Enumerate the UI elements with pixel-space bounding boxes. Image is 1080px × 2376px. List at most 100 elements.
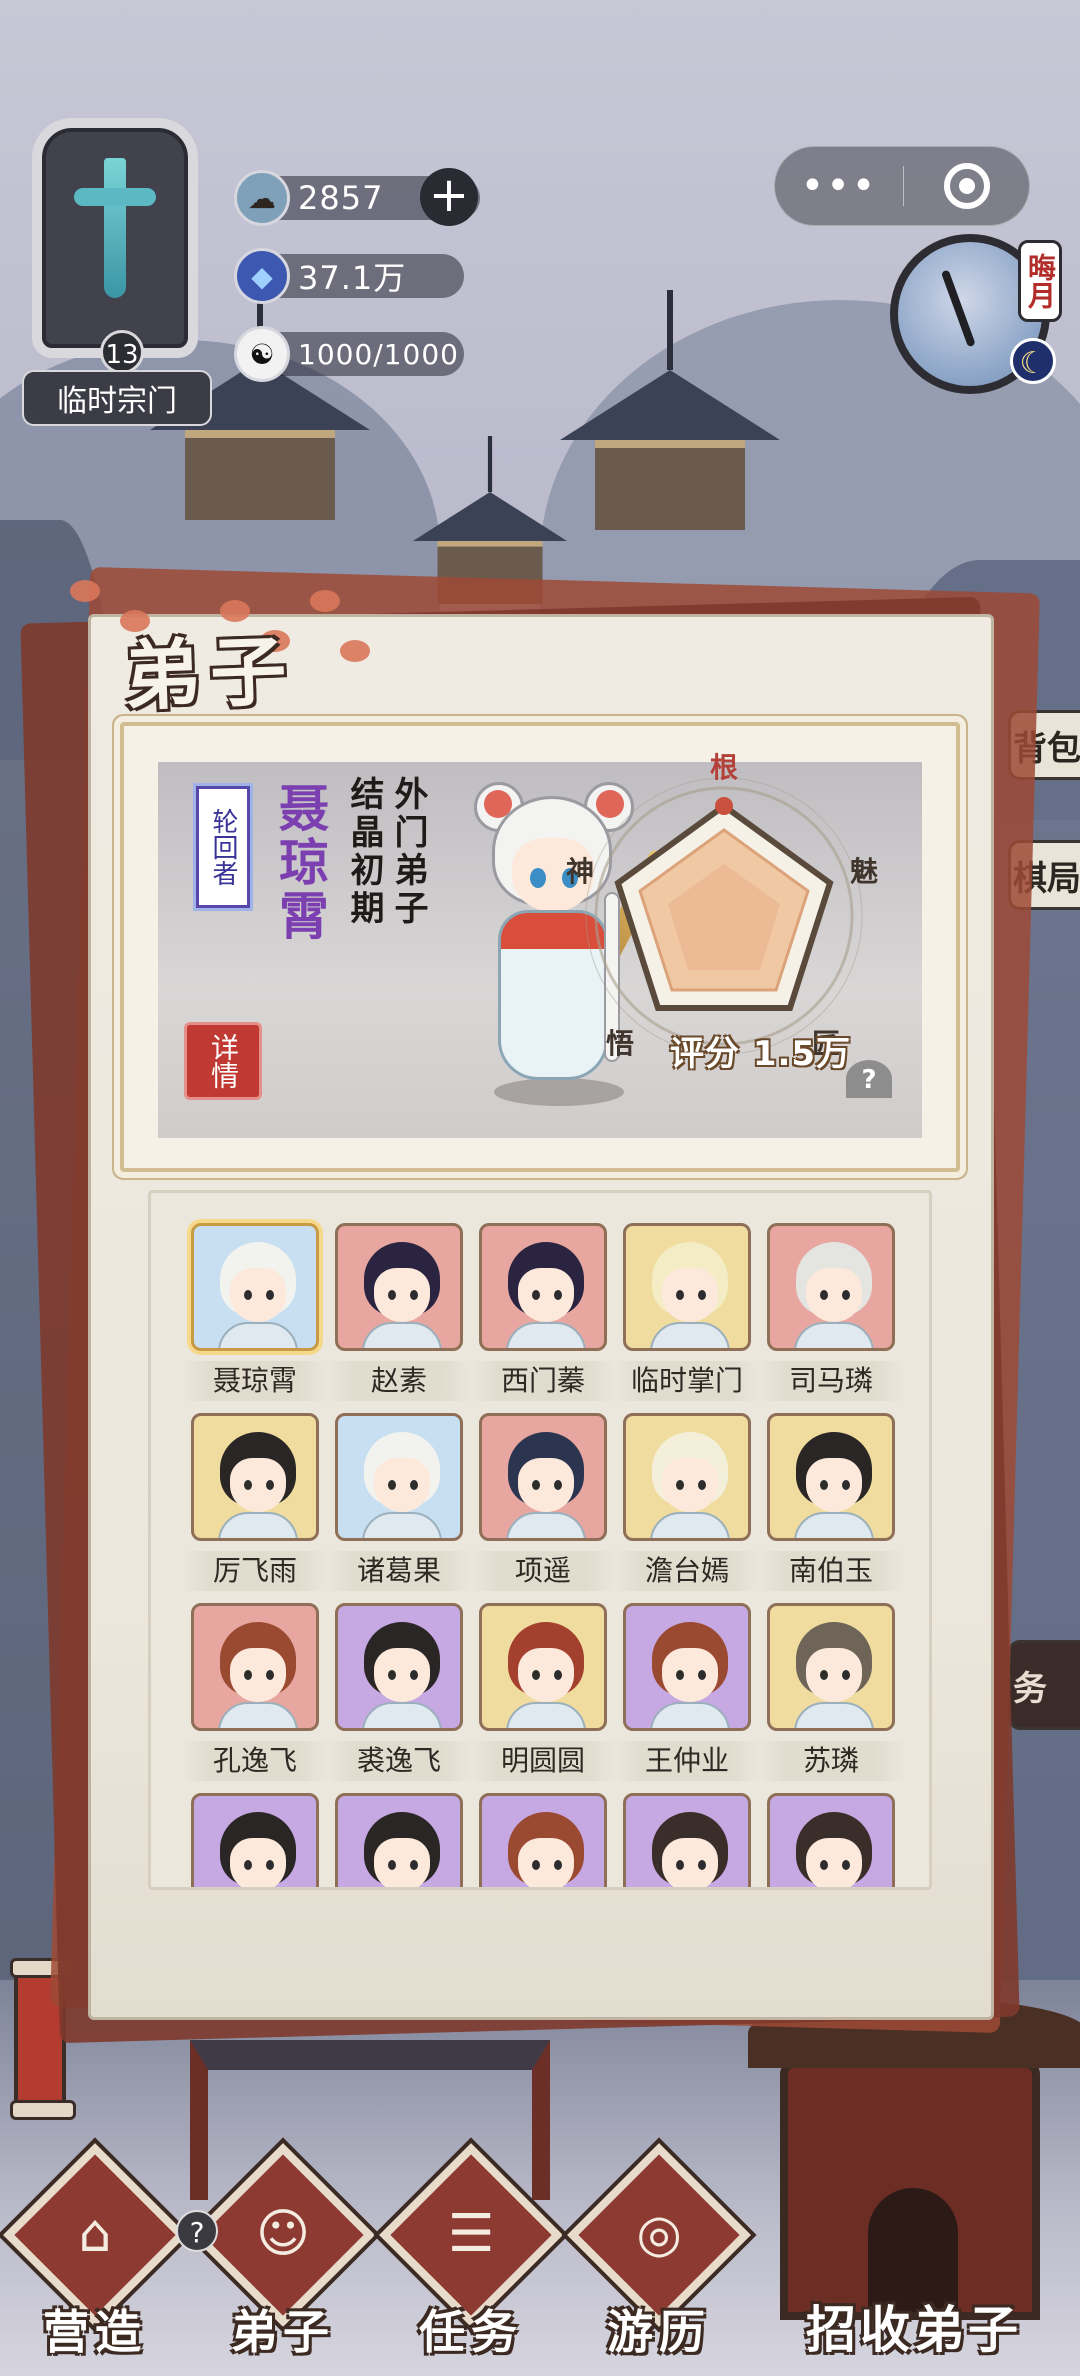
disciple-card[interactable]: 澹台嫣 (613, 1413, 761, 1591)
sword-icon (74, 158, 156, 298)
star-icon (715, 797, 733, 815)
disciple-avatar (335, 1413, 463, 1541)
disciple-card-name: 聂琼霄 (181, 1361, 329, 1401)
disciple-card-name: 项遥 (469, 1551, 617, 1591)
disciple-avatar (767, 1603, 895, 1731)
disciple-card[interactable]: 聂琼霄 (181, 1223, 329, 1401)
disciple-card[interactable]: 司马璘 (757, 1223, 905, 1401)
disciple-card-name: 诸葛果 (325, 1551, 473, 1591)
disciple-avatar (623, 1603, 751, 1731)
building-icon: ⌂ (78, 2204, 112, 2264)
disciple-card[interactable]: 王仲业 (613, 1603, 761, 1781)
add-coins-button[interactable]: + (420, 168, 478, 226)
yin-yang-icon: ☯ (234, 326, 290, 382)
rank-badge: 轮回者 (196, 786, 250, 908)
close-miniprogram-button[interactable] (944, 163, 990, 209)
disciple-card[interactable]: 南伯玉 (757, 1413, 905, 1591)
disciple-avatar (623, 1793, 751, 1887)
resource-crystal: ◆ 37.1万 (234, 248, 464, 304)
radar-label-charm: 魅 (850, 855, 879, 888)
score-display: 评分 1.5万 (670, 1026, 851, 1075)
recruit-disciples-button[interactable]: 招收弟子 (806, 2290, 1022, 2362)
disciple-card[interactable]: 赵素 (325, 1223, 473, 1401)
disciple-avatar (335, 1223, 463, 1351)
disciple-card[interactable]: 裘逸飞 (325, 1603, 473, 1781)
disciple-avatar (623, 1223, 751, 1351)
disciple-avatar (335, 1793, 463, 1887)
disciple-card[interactable] (623, 1793, 751, 1887)
disciple-avatar (623, 1413, 751, 1541)
disciple-name: 聂琼霄 (271, 782, 330, 944)
disciple-avatar (191, 1413, 319, 1541)
nav-travel-label: 游历 (607, 2305, 711, 2359)
sect-emblem[interactable]: 13 临时宗门 (14, 118, 214, 426)
disciple-card-name: 南伯玉 (757, 1551, 905, 1591)
crystal-icon: ◆ (234, 248, 290, 304)
disciple-avatar (191, 1223, 319, 1351)
resource-crystal-value: 37.1万 (298, 259, 407, 297)
radar-label-wisdom: 悟 (606, 1027, 635, 1060)
sect-name: 临时宗门 (22, 370, 212, 426)
disciple-avatar (479, 1603, 607, 1731)
travel-spiral-icon: ◎ (636, 2204, 682, 2264)
disciple-card-name: 临时掌门 (613, 1361, 761, 1401)
capsule-divider (903, 166, 904, 206)
disciple-card-name: 澹台嫣 (613, 1551, 761, 1591)
disciple-card-name: 司马璘 (757, 1361, 905, 1401)
panel-title: 弟子 (122, 626, 298, 721)
disciple-card-name: 孔逸飞 (181, 1741, 329, 1781)
disciple-avatar (191, 1603, 319, 1731)
moon-icon: ☾ (1010, 338, 1056, 384)
disciple-card-name: 苏璘 (757, 1741, 905, 1781)
disciple-card[interactable] (767, 1793, 895, 1887)
disciple-card[interactable]: 孔逸飞 (181, 1603, 329, 1781)
disciple-avatar (479, 1223, 607, 1351)
disciple-card[interactable] (335, 1793, 463, 1887)
disciple-card-name: 明圆圆 (469, 1741, 617, 1781)
nav-build[interactable]: ⌂ 营造 (0, 2143, 190, 2370)
disciple-card[interactable]: 厉飞雨 (181, 1413, 329, 1591)
disciple-card[interactable]: 西门蓁 (469, 1223, 617, 1401)
disciple-avatar (335, 1603, 463, 1731)
disciple-card[interactable] (191, 1793, 319, 1887)
disciple-grid: 聂琼霄 赵素 西门蓁 临时掌门 司马璘厉飞雨 诸葛果 项遥 澹台嫣 南伯玉孔逸飞 裘逸飞 明圆圆 王仲… (181, 1223, 911, 1887)
disciple-card-name: 厉飞雨 (181, 1551, 329, 1591)
radar-label-root: 根 (710, 751, 739, 784)
disciple-card[interactable]: 项遥 (469, 1413, 617, 1591)
more-options-button[interactable]: ••• (775, 163, 903, 209)
score-value: 1.5万 (752, 1034, 852, 1074)
disciple-role: 外门弟子 (388, 776, 428, 928)
clock-hand-icon (940, 269, 976, 348)
nav-tasks[interactable]: ☰ 任务 (376, 2143, 566, 2370)
moon-phase-tag: 晦月 (1018, 240, 1062, 322)
score-label: 评分 (670, 1034, 740, 1074)
disciple-card[interactable]: 诸葛果 (325, 1413, 473, 1591)
disciple-card-name: 王仲业 (613, 1741, 761, 1781)
disciple-avatar (479, 1793, 607, 1887)
disciple-card[interactable] (479, 1793, 607, 1887)
disciple-avatar (767, 1793, 895, 1887)
nav-travel[interactable]: ◎ 游历 (564, 2143, 754, 2370)
miniprogram-capsule: ••• (774, 146, 1030, 226)
disciple-card[interactable]: 临时掌门 (613, 1223, 761, 1401)
resource-energy: ☯ 1000/1000 (234, 326, 464, 382)
disciple-card[interactable]: 明圆圆 (469, 1603, 617, 1781)
pagoda-building (560, 290, 780, 530)
disciple-card-name: 赵素 (325, 1361, 473, 1401)
disciple-avatar (767, 1223, 895, 1351)
disciple-list[interactable]: 聂琼霄 赵素 西门蓁 临时掌门 司马璘厉飞雨 诸葛果 项遥 澹台嫣 南伯玉孔逸飞 裘逸飞 明圆圆 王仲… (148, 1190, 932, 1890)
disciple-icon: ☺ (255, 2204, 311, 2264)
nav-tasks-label: 任务 (419, 2305, 523, 2359)
affairs-button[interactable]: 务 (1008, 1640, 1080, 1730)
sect-emblem-frame (32, 118, 198, 358)
disciple-card-name: 西门蓁 (469, 1361, 617, 1401)
disciple-card-name: 裘逸飞 (325, 1741, 473, 1781)
nav-help-button[interactable]: ? (176, 2210, 218, 2252)
recruit-gate-building[interactable] (748, 1998, 1080, 2320)
disciple-card[interactable]: 苏璘 (757, 1603, 905, 1781)
resource-energy-value: 1000/1000 (298, 337, 459, 371)
detail-button[interactable]: 详情 (184, 1022, 262, 1100)
nav-disciples[interactable]: ☺ 弟子 (188, 2143, 378, 2370)
score-help-button[interactable]: ? (846, 1060, 892, 1098)
disciple-profile-card: 轮回者 聂琼霄 结晶初期 外门弟子 详情 根 魅 匠 悟 神 评分 1.5万 ? (120, 722, 960, 1172)
